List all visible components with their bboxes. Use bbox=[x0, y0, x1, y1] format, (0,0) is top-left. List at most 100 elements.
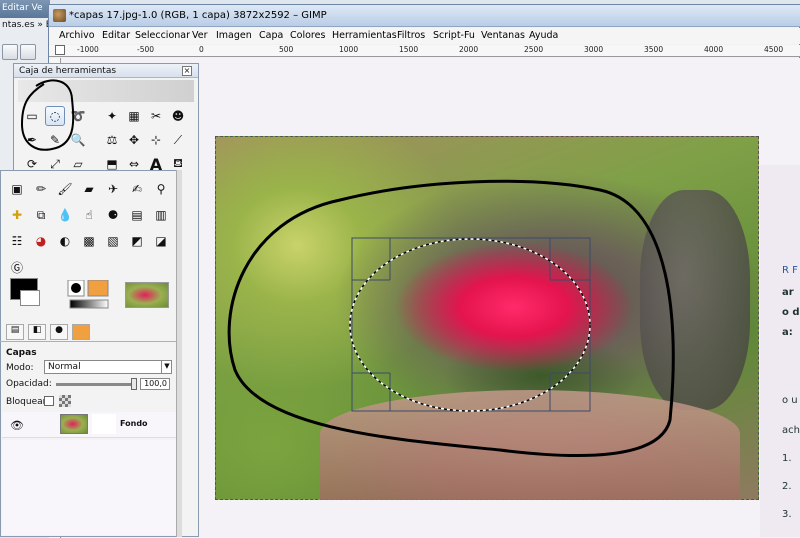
pencil-icon[interactable]: ✏ bbox=[31, 179, 51, 199]
heal-icon[interactable]: ✚ bbox=[7, 205, 27, 225]
menu-seleccionar[interactable]: Seleccionar bbox=[135, 30, 190, 41]
selection-overlay[interactable] bbox=[200, 170, 760, 500]
page-text-fragment: 3. bbox=[782, 509, 792, 520]
background-toolbar bbox=[2, 44, 50, 62]
ruler-label: 3000 bbox=[584, 45, 604, 54]
opacity-slider-handle[interactable] bbox=[131, 378, 137, 390]
blend-icon[interactable]: ▣ bbox=[7, 179, 27, 199]
page-text-fragment: ach bbox=[782, 425, 800, 436]
dock-tabs: ▤ ◧ ● bbox=[0, 322, 180, 342]
menu-archivo[interactable]: Archivo bbox=[59, 30, 95, 41]
levels-icon[interactable]: ▤ bbox=[127, 205, 147, 225]
brush-pattern-gradient[interactable] bbox=[64, 280, 112, 310]
gegl-icon[interactable]: Ⓖ bbox=[7, 257, 27, 277]
page-text-fragment: 1. bbox=[782, 453, 792, 464]
opacity-slider[interactable] bbox=[56, 383, 134, 386]
background-web-page: R F ar o d a: o u ach 1. 2. 3. bbox=[760, 165, 800, 537]
foreground-select-icon[interactable]: ☻ bbox=[168, 106, 188, 126]
page-text-fragment: a: bbox=[782, 327, 793, 338]
layer-name[interactable]: Fondo bbox=[120, 419, 148, 428]
brightness-contrast-icon[interactable]: ◐ bbox=[55, 231, 75, 251]
blur-icon[interactable]: 💧 bbox=[55, 205, 75, 225]
layers-header: Capas bbox=[6, 348, 37, 358]
hue-saturation-icon[interactable]: ◕ bbox=[31, 231, 51, 251]
lock-alpha-icon[interactable] bbox=[59, 395, 71, 407]
menu-capa[interactable]: Capa bbox=[259, 30, 283, 41]
opacity-label: Opacidad: bbox=[6, 379, 52, 389]
ruler-label: 4000 bbox=[704, 45, 724, 54]
menu-script-fu[interactable]: Script-Fu bbox=[433, 30, 475, 41]
title-bar: *capas 17.jpg-1.0 (RGB, 1 capa) 3872x259… bbox=[49, 5, 800, 27]
ink-icon[interactable]: ✍ bbox=[127, 179, 147, 199]
layers-list-empty bbox=[2, 440, 178, 535]
eraser-icon[interactable]: ▰ bbox=[79, 179, 99, 199]
image-thumbnail[interactable] bbox=[125, 282, 169, 308]
back-button[interactable] bbox=[2, 44, 18, 60]
menu-imagen[interactable]: Imagen bbox=[216, 30, 252, 41]
opacity-value-field[interactable]: 100,0 bbox=[140, 378, 170, 390]
gimp-app-icon bbox=[53, 9, 66, 22]
mode-select[interactable]: Normal bbox=[44, 360, 172, 374]
scissors-icon[interactable]: ✂ bbox=[146, 106, 166, 126]
page-text-fragment: 2. bbox=[782, 481, 792, 492]
tab-brushes[interactable]: ● bbox=[50, 324, 68, 340]
menu-bar: Archivo Editar Seleccionar Ver Imagen Ca… bbox=[49, 28, 800, 44]
color-select-icon[interactable]: ▦ bbox=[124, 106, 144, 126]
hand-drawn-tool-annotation bbox=[20, 79, 75, 151]
quick-mask-toggle[interactable] bbox=[55, 45, 65, 55]
ruler-label: 2500 bbox=[524, 45, 544, 54]
page-text-fragment: o u bbox=[782, 395, 798, 406]
menu-herramientas[interactable]: Herramientas bbox=[332, 30, 397, 41]
menu-colores[interactable]: Colores bbox=[290, 30, 325, 41]
desaturate-icon[interactable]: ◩ bbox=[127, 231, 147, 251]
align-icon[interactable]: ⊹ bbox=[146, 130, 166, 150]
perspective-clone-icon[interactable]: ⧉ bbox=[31, 205, 51, 225]
window-title: *capas 17.jpg-1.0 (RGB, 1 capa) 3872x259… bbox=[69, 10, 327, 21]
dodge-burn-icon[interactable]: ⚈ bbox=[103, 205, 123, 225]
ruler-label: 2000 bbox=[459, 45, 479, 54]
eye-icon[interactable]: 👁 bbox=[10, 419, 24, 432]
colorize-icon[interactable]: ◪ bbox=[151, 231, 171, 251]
tab-patterns[interactable] bbox=[72, 324, 90, 340]
page-text-fragment: o d bbox=[782, 307, 800, 318]
ruler-label: 4500 bbox=[764, 45, 784, 54]
close-icon[interactable]: × bbox=[182, 66, 192, 76]
airbrush-icon[interactable]: ✈ bbox=[103, 179, 123, 199]
menu-filtros[interactable]: Filtros bbox=[397, 30, 425, 41]
measure-icon[interactable]: ⚖ bbox=[102, 130, 122, 150]
menu-ayuda[interactable]: Ayuda bbox=[529, 30, 558, 41]
move-icon[interactable]: ✥ bbox=[124, 130, 144, 150]
chevron-down-icon[interactable]: ▼ bbox=[161, 360, 172, 374]
ruler-label: -1000 bbox=[77, 45, 99, 54]
background-tab-fragment: ntas.es » Ed bbox=[2, 20, 50, 30]
layer-row[interactable] bbox=[2, 412, 178, 438]
dock-scrollbar[interactable] bbox=[176, 170, 182, 537]
lock-pixels-checkbox[interactable] bbox=[44, 396, 54, 406]
color-balance-icon[interactable]: ☷ bbox=[7, 231, 27, 251]
ruler-label: 0 bbox=[199, 45, 204, 54]
posterize-icon[interactable]: ▧ bbox=[103, 231, 123, 251]
menu-ventanas[interactable]: Ventanas bbox=[481, 30, 525, 41]
smudge-icon[interactable]: ☝ bbox=[79, 205, 99, 225]
ruler-label: 1000 bbox=[339, 45, 359, 54]
ellipse-selection[interactable] bbox=[349, 238, 591, 412]
tab-channels[interactable]: ◧ bbox=[28, 324, 46, 340]
curves-icon[interactable]: ▥ bbox=[151, 205, 171, 225]
threshold-icon[interactable]: ▩ bbox=[79, 231, 99, 251]
lock-label: Bloquear: bbox=[6, 397, 50, 407]
ruler-label: 3500 bbox=[644, 45, 664, 54]
ruler-label: -500 bbox=[137, 45, 155, 54]
horizontal-ruler[interactable]: -1000 -500 0 500 1000 1500 2000 2500 300… bbox=[49, 45, 800, 57]
page-text-fragment: R F bbox=[782, 265, 798, 276]
tab-layers[interactable]: ▤ bbox=[6, 324, 24, 340]
forward-button[interactable] bbox=[20, 44, 36, 60]
layer-thumbnail[interactable] bbox=[60, 414, 88, 434]
clone-icon[interactable]: ⚲ bbox=[151, 179, 171, 199]
paintbrush-icon[interactable]: 🖌 bbox=[55, 179, 75, 199]
page-text-fragment: ar bbox=[782, 287, 794, 298]
fuzzy-select-icon[interactable]: ✦ bbox=[102, 106, 122, 126]
menu-editar[interactable]: Editar bbox=[102, 30, 130, 41]
crop-icon[interactable]: ⟋ bbox=[168, 130, 188, 150]
menu-ver[interactable]: Ver bbox=[192, 30, 208, 41]
background-color-swatch[interactable] bbox=[20, 290, 40, 306]
